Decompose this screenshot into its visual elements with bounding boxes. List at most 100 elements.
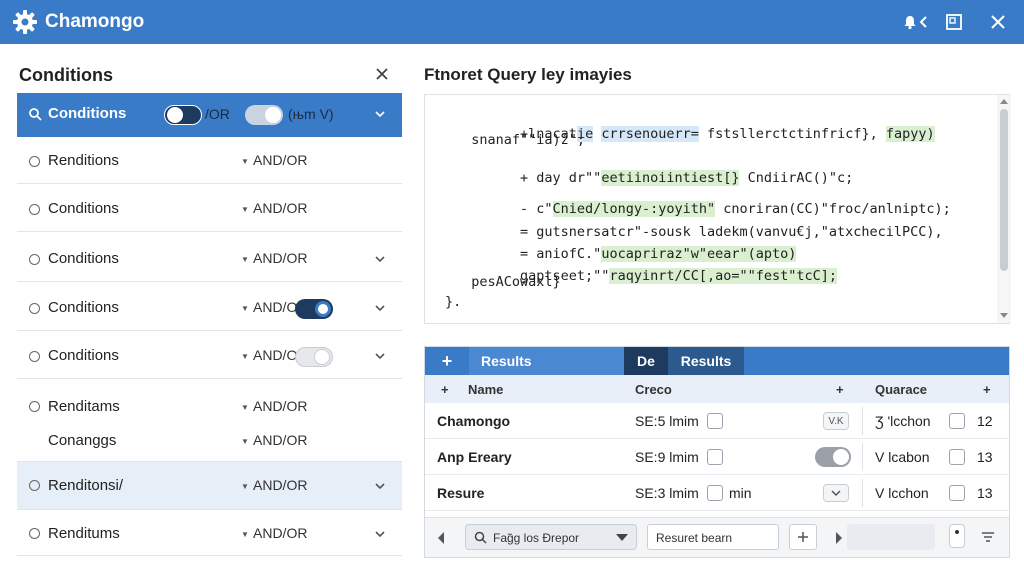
and-or-selector[interactable]: AND/OR <box>253 398 307 414</box>
radio-button[interactable] <box>29 528 40 539</box>
query-editor[interactable]: +lnacatie crrsenouerr= fstsllerctctinfri… <box>424 94 1011 324</box>
cell-count: 13 <box>977 449 993 465</box>
tab-results[interactable]: Results <box>469 347 624 375</box>
caret-down-icon: ▼ <box>241 352 249 361</box>
cell-count: 13 <box>977 485 993 501</box>
add-column-button[interactable]: + <box>441 382 449 397</box>
scrollbar-thumb[interactable] <box>1000 109 1008 271</box>
and-or-selector[interactable]: AND/OR <box>253 525 307 541</box>
table-row[interactable]: Chamongo SE:5 lmim V.K Ʒ 'lcchon 12 <box>425 403 1009 439</box>
chevron-down-icon[interactable] <box>373 349 387 363</box>
row-toggle[interactable] <box>815 447 851 467</box>
column-header-quarace[interactable]: Quarace <box>875 382 927 397</box>
and-or-selector[interactable]: AND/OR <box>253 250 307 266</box>
condition-row-selected[interactable]: Conditions /OR (њm V) <box>17 93 402 137</box>
condition-label: Conditions <box>48 200 119 217</box>
cell-divider <box>862 479 863 507</box>
title-bar: Chamongo <box>0 0 1024 44</box>
radio-button[interactable] <box>29 156 40 167</box>
condition-row[interactable]: Conditions ▼ AND/OR <box>17 335 402 379</box>
column-header-name[interactable]: Name <box>468 382 503 397</box>
row-dropdown-button[interactable] <box>823 484 849 502</box>
radio-button[interactable] <box>29 254 40 265</box>
add-column-button[interactable]: + <box>983 382 991 397</box>
and-or-selector[interactable]: AND/OR <box>253 152 307 168</box>
toggle-text: /OR <box>205 106 230 122</box>
search-value: Fag̃g los Ɖrepor <box>493 531 580 545</box>
row-checkbox[interactable] <box>707 413 723 429</box>
condition-row[interactable]: Renditums ▼ AND/OR <box>17 510 402 556</box>
caret-down-icon: ▼ <box>241 437 249 446</box>
maximize-icon[interactable] <box>942 10 966 34</box>
editor-scrollbar[interactable] <box>997 95 1011 323</box>
and-or-selector[interactable]: AND/OR <box>253 432 307 448</box>
results-panel: + Results De Results + Name Creco + Quar… <box>424 346 1010 558</box>
table-row[interactable]: Anp Ereary SE:9 lmim V lcabon 13 <box>425 439 1009 475</box>
chevron-left-icon[interactable] <box>916 10 930 34</box>
chevron-down-icon[interactable] <box>373 107 387 121</box>
stepper[interactable] <box>949 524 965 548</box>
condition-row[interactable]: Conditions ▼ AND/OR <box>17 238 402 282</box>
results-footer: Fag̃g los Ɖrepor Resuret bearn <box>425 517 1009 557</box>
row-checkbox[interactable] <box>949 485 965 501</box>
toggle-text: (њm V) <box>288 106 334 122</box>
result-name-field[interactable]: Resuret bearn <box>647 524 779 550</box>
filter-icon[interactable] <box>981 532 995 542</box>
row-checkbox[interactable] <box>949 413 965 429</box>
condition-label: Renditums <box>48 525 120 542</box>
close-icon[interactable] <box>372 64 392 84</box>
radio-button[interactable] <box>29 351 40 362</box>
condition-label: Renditonsi/ <box>48 477 124 494</box>
column-header-creco[interactable]: Creco <box>635 382 672 397</box>
mode-toggle[interactable] <box>245 105 283 125</box>
results-tabs: + Results De Results <box>425 347 1009 375</box>
radio-button[interactable] <box>29 480 40 491</box>
scroll-up-icon[interactable] <box>1000 98 1008 104</box>
condition-row[interactable]: Renditonsi/ ▼ AND/OR <box>17 462 402 510</box>
condition-label: Conditions <box>48 299 119 316</box>
previous-icon[interactable] <box>437 532 445 544</box>
app-window: Chamongo Conditions Conditions /OR (њm V… <box>0 0 1024 576</box>
radio-button[interactable] <box>29 303 40 314</box>
chevron-down-icon[interactable] <box>373 479 387 493</box>
and-or-selector[interactable]: AND/OR <box>253 477 307 493</box>
condition-label: Conditions <box>48 347 119 364</box>
cell-name: Anp Ereary <box>437 449 512 465</box>
chevron-down-icon[interactable] <box>373 252 387 266</box>
close-icon[interactable] <box>986 10 1010 34</box>
condition-label: Conanggs <box>48 432 117 449</box>
search-combo[interactable]: Fag̃g los Ɖrepor <box>465 524 637 550</box>
table-row[interactable]: Resure SE:3 lmim min V lcchon 13 <box>425 475 1009 511</box>
condition-row[interactable]: Conditions ▼ AND/OR <box>17 287 402 331</box>
add-button[interactable] <box>789 524 817 550</box>
play-icon[interactable] <box>835 532 843 544</box>
add-tab-button[interactable]: + <box>425 347 469 375</box>
add-column-button[interactable]: + <box>836 382 844 397</box>
and-or-toggle[interactable] <box>164 105 202 125</box>
and-or-selector[interactable]: AND/OR <box>253 200 307 216</box>
cell-divider <box>862 443 863 471</box>
and-or-toggle[interactable] <box>295 347 333 367</box>
condition-row[interactable]: Renditions ▼ AND/OR <box>17 140 402 184</box>
caret-down-icon: ▼ <box>241 157 249 166</box>
plus-icon <box>798 532 808 542</box>
radio-button[interactable] <box>29 401 40 412</box>
radio-button[interactable] <box>29 204 40 215</box>
row-action-button[interactable]: V.K <box>823 412 849 430</box>
chevron-down-icon[interactable] <box>373 527 387 541</box>
condition-row[interactable]: Renditams ▼ AND/OR Conanggs ▼ AND/OR <box>17 384 402 462</box>
and-or-toggle[interactable] <box>295 299 333 319</box>
condition-row[interactable]: Conditions ▼ AND/OR <box>17 188 402 232</box>
chevron-down-icon[interactable] <box>373 301 387 315</box>
scroll-down-icon[interactable] <box>1000 313 1008 319</box>
row-checkbox[interactable] <box>949 449 965 465</box>
tab-results-active[interactable]: Results <box>668 347 744 375</box>
gear-icon[interactable] <box>12 9 38 35</box>
conditions-panel: Conditions Conditions /OR (њm V) Renditi… <box>0 44 410 576</box>
row-checkbox[interactable] <box>707 449 723 465</box>
row-checkbox[interactable] <box>707 485 723 501</box>
search-icon <box>474 531 487 544</box>
chevron-down-icon <box>831 490 841 497</box>
cell-quarace: V lcchon <box>875 485 929 501</box>
tab-de[interactable]: De <box>624 347 668 375</box>
